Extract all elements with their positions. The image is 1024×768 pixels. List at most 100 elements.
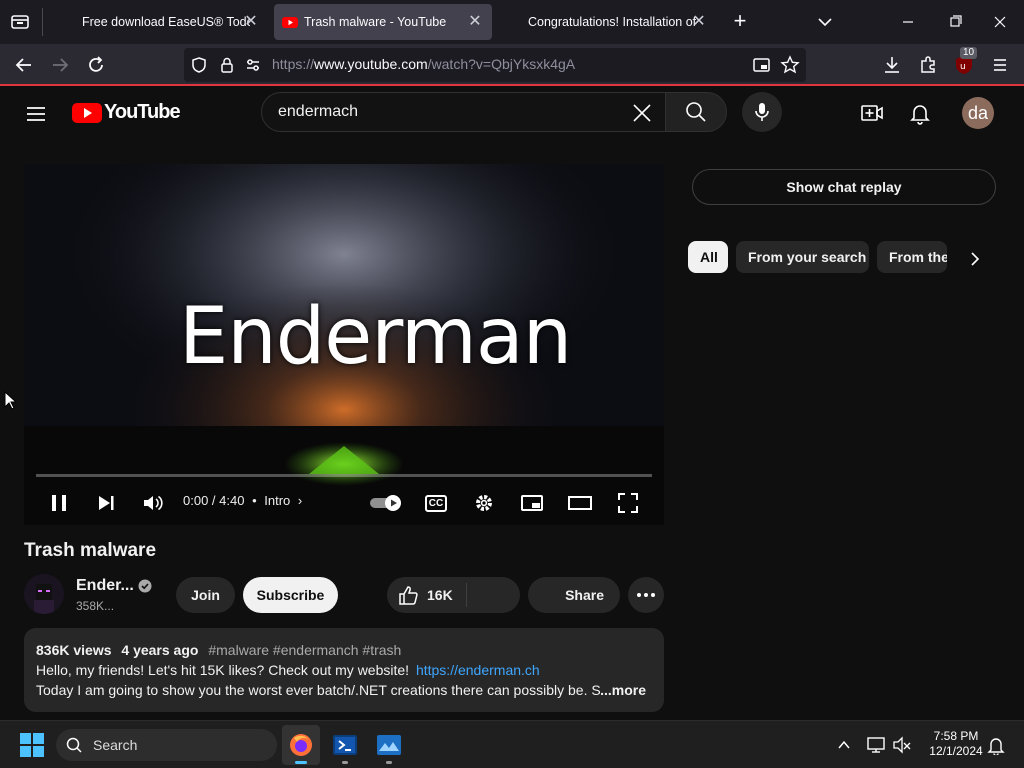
video-player[interactable]: Enderman 0:00 / 4:40 • Intro › CC: [24, 164, 664, 525]
chip-from-your-search[interactable]: From your search: [736, 241, 869, 273]
pause-icon[interactable]: [44, 488, 74, 518]
description-line-2: Today I am going to show you the worst e…: [36, 682, 600, 698]
show-chat-replay-button[interactable]: Show chat replay: [692, 169, 996, 205]
notifications-bell-icon[interactable]: [908, 101, 932, 125]
close-tab-icon[interactable]: ✕: [242, 13, 260, 31]
taskbar-firefox-app[interactable]: [282, 725, 320, 765]
search-input[interactable]: endermach: [278, 103, 358, 121]
guide-menu-icon[interactable]: [24, 102, 48, 126]
taskbar-photos-app[interactable]: [377, 733, 401, 764]
tab-easeus[interactable]: Free download EaseUS® Todo Ba ✕: [52, 4, 268, 40]
youtube-masthead: YouTube endermach da: [0, 88, 1024, 140]
tab-installation[interactable]: Congratulations! Installation of ✕: [498, 4, 716, 40]
website-link[interactable]: https://enderman.ch: [416, 662, 540, 678]
permissions-icon[interactable]: [244, 56, 262, 74]
chapter-chevron-icon[interactable]: ›: [298, 493, 302, 508]
close-tab-icon[interactable]: ✕: [466, 13, 484, 31]
list-all-tabs-icon[interactable]: [814, 12, 836, 32]
chips-next-chevron-icon[interactable]: [964, 249, 984, 269]
create-video-icon[interactable]: [860, 101, 884, 125]
back-icon[interactable]: [10, 51, 38, 79]
channel-name[interactable]: Ender...: [76, 577, 134, 595]
more-actions-button[interactable]: [628, 577, 664, 613]
youtube-logo-text: YouTube: [104, 101, 181, 123]
chapter-title[interactable]: Intro: [264, 493, 290, 508]
player-controls: 0:00 / 4:40 • Intro › CC: [24, 482, 664, 524]
tracking-shield-icon[interactable]: [190, 56, 208, 74]
reload-icon[interactable]: [82, 51, 110, 79]
windows-start-icon[interactable]: [20, 733, 44, 757]
separator-dot: •: [252, 493, 257, 508]
show-hidden-icons-chevron[interactable]: [836, 737, 852, 753]
picture-in-picture-icon[interactable]: [752, 56, 772, 74]
clock-time: 7:58 PM: [933, 729, 979, 743]
join-button[interactable]: Join: [176, 577, 235, 613]
new-tab-button[interactable]: +: [728, 10, 752, 34]
downloads-icon[interactable]: [878, 51, 906, 79]
lock-icon[interactable]: [218, 56, 236, 74]
volume-muted-icon[interactable]: [892, 735, 912, 755]
theater-mode-icon[interactable]: [565, 488, 595, 518]
taskbar-terminal-app[interactable]: [333, 733, 357, 764]
voice-search-button[interactable]: [742, 92, 782, 132]
search-icon: [686, 102, 706, 122]
progress-bar[interactable]: [36, 474, 652, 477]
account-avatar[interactable]: da: [962, 97, 994, 129]
extensions-icon[interactable]: [914, 51, 942, 79]
chip-from-the[interactable]: From the: [877, 241, 947, 273]
clear-search-icon[interactable]: [630, 101, 654, 125]
subtitles-button[interactable]: CC: [421, 488, 451, 518]
taskbar-search-box[interactable]: Search: [56, 729, 277, 761]
url-path: /watch?v=QbjYksxk4gA: [427, 56, 576, 72]
bookmark-star-icon[interactable]: [780, 55, 800, 75]
powershell-icon: [333, 735, 357, 755]
system-clock[interactable]: 7:58 PM 12/1/2024: [918, 729, 994, 759]
youtube-logo[interactable]: YouTube: [72, 101, 181, 124]
thumbs-up-icon: [399, 586, 418, 605]
close-window-icon[interactable]: [988, 12, 1012, 32]
tab-title: Trash malware - YouTube: [304, 15, 447, 29]
minimize-icon[interactable]: [896, 12, 920, 32]
settings-gear-icon[interactable]: [469, 488, 499, 518]
next-video-icon[interactable]: [91, 488, 121, 518]
show-more-link[interactable]: ...more: [600, 682, 646, 698]
chip-all[interactable]: All: [688, 241, 728, 273]
url-host: www.youtube.com: [314, 56, 428, 72]
like-button[interactable]: 16K: [387, 583, 467, 607]
microphone-icon: [755, 103, 769, 121]
tab-youtube[interactable]: Trash malware - YouTube ✕: [274, 4, 492, 40]
forward-icon[interactable]: [46, 51, 74, 79]
dislike-button[interactable]: [467, 583, 519, 607]
search-box[interactable]: endermach: [261, 92, 666, 132]
running-indicator: [386, 761, 392, 764]
volume-icon[interactable]: [138, 488, 168, 518]
tab-title: Free download EaseUS® Todo Ba: [82, 15, 250, 29]
app-menu-icon[interactable]: [986, 51, 1014, 79]
active-indicator: [295, 761, 307, 764]
close-tab-icon[interactable]: ✕: [690, 13, 708, 31]
upload-age: 4 years ago: [121, 642, 199, 658]
description-box[interactable]: 836K views 4 years ago #malware #enderma…: [24, 628, 664, 712]
time-elapsed-total: 0:00 / 4:40: [183, 493, 245, 508]
video-overlay-text: Enderman: [179, 292, 572, 382]
search-button[interactable]: [665, 92, 727, 132]
restore-icon[interactable]: [943, 12, 967, 32]
search-icon: [66, 737, 82, 753]
firefox-view-icon[interactable]: [8, 10, 32, 34]
more-horizontal-icon: [637, 593, 655, 597]
verified-badge-icon: [138, 579, 152, 593]
share-button[interactable]: Share: [528, 577, 620, 613]
autoplay-toggle[interactable]: [369, 488, 405, 518]
url-scheme: https://: [272, 56, 315, 72]
browser-tab-bar: Free download EaseUS® Todo Ba ✕ Trash ma…: [0, 0, 1024, 44]
fullscreen-icon[interactable]: [613, 488, 643, 518]
ublock-origin-icon[interactable]: u 10: [950, 47, 978, 79]
address-bar[interactable]: https://www.youtube.com/watch?v=QbjYksxk…: [184, 48, 806, 82]
like-dislike-segment: 16K: [387, 577, 520, 613]
miniplayer-icon[interactable]: [517, 488, 547, 518]
notification-center-icon[interactable]: [987, 735, 1005, 755]
hashtags[interactable]: #malware #endermanch #trash: [208, 642, 401, 658]
network-icon[interactable]: [866, 735, 886, 755]
subscribe-button[interactable]: Subscribe: [243, 577, 338, 613]
channel-avatar[interactable]: [24, 574, 64, 614]
